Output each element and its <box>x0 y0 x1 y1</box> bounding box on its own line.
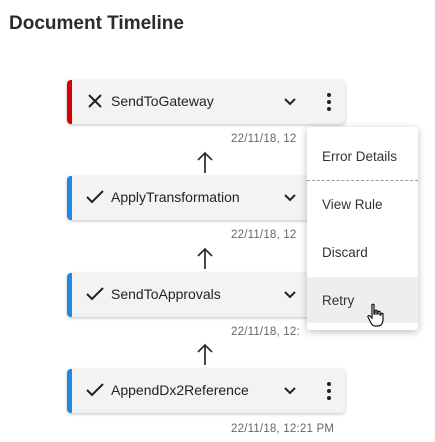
menu-item-discard[interactable]: Discard <box>307 229 418 275</box>
arrow-up-icon <box>196 150 214 174</box>
timeline-step-sendtogateway[interactable]: SendToGateway <box>67 80 345 124</box>
page-title: Document Timeline <box>9 13 184 34</box>
chevron-down-icon[interactable] <box>281 93 299 111</box>
chevron-down-icon[interactable] <box>281 189 299 207</box>
menu-item-retry[interactable]: Retry <box>307 277 418 323</box>
context-menu: Error Details View Rule Discard Retry <box>307 127 418 330</box>
chevron-down-icon[interactable] <box>281 382 299 400</box>
step-label: SendToGateway <box>111 93 214 109</box>
step-timestamp: 22/11/18, 12 <box>231 229 297 241</box>
check-icon <box>85 187 105 207</box>
arrow-up-icon <box>196 246 214 270</box>
timeline-step-appenddx2reference[interactable]: AppendDx2Reference <box>67 369 345 413</box>
hand-pointer-cursor-icon <box>366 303 386 327</box>
more-vertical-icon[interactable] <box>322 380 336 402</box>
chevron-down-icon[interactable] <box>281 286 299 304</box>
error-x-icon <box>85 91 105 111</box>
menu-item-view-rule[interactable]: View Rule <box>307 181 418 227</box>
step-timestamp: 22/11/18, 12: <box>231 326 300 338</box>
arrow-up-icon <box>196 342 214 366</box>
timeline-step-applytransformation[interactable]: ApplyTransformation <box>67 176 345 220</box>
check-icon <box>85 380 105 400</box>
step-label: ApplyTransformation <box>111 189 240 205</box>
more-vertical-icon[interactable] <box>322 91 336 113</box>
step-label: SendToApprovals <box>111 286 221 302</box>
check-icon <box>85 284 105 304</box>
step-label: AppendDx2Reference <box>111 382 249 398</box>
timeline-step-sendtoapprovals[interactable]: SendToApprovals <box>67 273 345 317</box>
step-timestamp: 22/11/18, 12 <box>231 133 297 145</box>
menu-item-error-details[interactable]: Error Details <box>307 133 418 179</box>
step-timestamp: 22/11/18, 12:21 PM <box>231 423 335 435</box>
